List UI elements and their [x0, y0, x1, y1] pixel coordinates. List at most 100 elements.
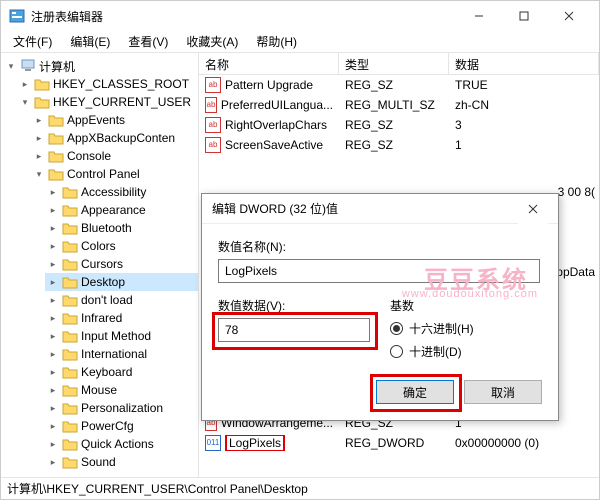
tree-label: Sound	[81, 455, 116, 469]
folder-icon	[48, 149, 64, 163]
app-icon	[9, 8, 25, 24]
tree-item[interactable]: ▸ AppEvents	[31, 111, 198, 129]
tree-hive-hkcr[interactable]: ▸ HKEY_CLASSES_ROOT	[17, 75, 198, 93]
chevron-right-icon[interactable]: ▸	[47, 186, 59, 198]
menu-file[interactable]: 文件(F)	[5, 31, 60, 52]
tree-pane[interactable]: ▾ 计算机 ▸ HKEY_CLASSES_ROOT	[1, 53, 199, 477]
radio-label: 十六进制(H)	[409, 320, 474, 337]
tree-item-bluetooth[interactable]: ▸ Bluetooth	[45, 219, 198, 237]
folder-icon	[62, 419, 78, 433]
value-type: REG_MULTI_SZ	[339, 98, 449, 112]
chevron-right-icon[interactable]: ▸	[47, 276, 59, 288]
menu-edit[interactable]: 编辑(E)	[62, 31, 118, 52]
chevron-right-icon[interactable]: ▸	[47, 240, 59, 252]
tree-item-international[interactable]: ▸International	[45, 345, 198, 363]
radix-group-label: 基数	[390, 297, 474, 314]
col-type[interactable]: 类型	[339, 53, 449, 74]
maximize-button[interactable]	[501, 1, 546, 31]
folder-icon	[62, 383, 78, 397]
chevron-down-icon[interactable]: ▾	[19, 96, 31, 108]
list-row[interactable]: abPreferredUILangua...REG_MULTI_SZzh-CN	[199, 95, 599, 115]
col-data[interactable]: 数据	[449, 53, 599, 74]
tree-label: Bluetooth	[81, 221, 132, 235]
tree-item[interactable]: ▸AppXBackupConten	[31, 129, 198, 147]
tree-label: PowerCfg	[81, 419, 134, 433]
tree-item-personalization[interactable]: ▸ Personalization	[45, 399, 198, 417]
radix-hex-radio[interactable]: 十六进制(H)	[390, 320, 474, 337]
chevron-down-icon[interactable]: ▾	[5, 60, 17, 72]
tree-item-colors[interactable]: ▸Colors	[45, 237, 198, 255]
tree-label: 计算机	[39, 58, 75, 75]
value-name: PreferredUILangua...	[221, 98, 333, 112]
close-button[interactable]	[546, 1, 591, 31]
tree-item-keyboard[interactable]: ▸Keyboard	[45, 363, 198, 381]
tree-item-accessibility[interactable]: ▸Accessibility	[45, 183, 198, 201]
tree-item-quick-actions[interactable]: ▸Quick Actions	[45, 435, 198, 453]
tree-hive-hkcu[interactable]: ▾ HKEY_CURRENT_USER	[17, 93, 198, 111]
chevron-right-icon[interactable]: ▸	[47, 438, 59, 450]
tree-label: Personalization	[81, 401, 163, 415]
tree-item-cursors[interactable]: ▸Cursors	[45, 255, 198, 273]
tree-item-input-method[interactable]: ▸Input Method	[45, 327, 198, 345]
value-name-input[interactable]	[218, 259, 540, 283]
menu-favorites[interactable]: 收藏夹(A)	[178, 31, 246, 52]
dialog-close-button[interactable]	[518, 194, 548, 224]
cancel-button[interactable]: 取消	[464, 380, 542, 404]
value-data-input[interactable]	[218, 318, 370, 342]
chevron-right-icon[interactable]: ▸	[19, 78, 31, 90]
chevron-right-icon[interactable]: ▸	[47, 294, 59, 306]
radix-dec-radio[interactable]: 十进制(D)	[390, 343, 474, 360]
string-value-icon: ab	[205, 77, 221, 93]
chevron-right-icon[interactable]: ▸	[47, 366, 59, 378]
dialog-titlebar: 编辑 DWORD (32 位)值	[202, 194, 558, 224]
chevron-right-icon[interactable]: ▸	[47, 420, 59, 432]
tree-label: Appearance	[81, 203, 146, 217]
chevron-right-icon[interactable]: ▸	[47, 456, 59, 468]
tree-item-don-t-load[interactable]: ▸don't load	[45, 291, 198, 309]
folder-icon	[62, 347, 78, 361]
folder-icon	[48, 167, 64, 181]
menu-view[interactable]: 查看(V)	[120, 31, 176, 52]
chevron-icon[interactable]: ▸	[33, 114, 45, 126]
chevron-right-icon[interactable]: ▸	[47, 204, 59, 216]
status-path: 计算机\HKEY_CURRENT_USER\Control Panel\Desk…	[7, 480, 308, 497]
tree-item[interactable]: ▸Console	[31, 147, 198, 165]
chevron-right-icon[interactable]: ▸	[47, 258, 59, 270]
chevron-right-icon[interactable]: ▸	[47, 330, 59, 342]
tree-item-powercfg[interactable]: ▸ PowerCfg	[45, 417, 198, 435]
ok-button[interactable]: 确定	[376, 380, 454, 404]
menu-help[interactable]: 帮助(H)	[248, 31, 305, 52]
tree-item-sound[interactable]: ▸ Sound	[45, 453, 198, 471]
tree-label: HKEY_CURRENT_USER	[53, 95, 191, 109]
folder-icon	[62, 203, 78, 217]
list-row[interactable]: abScreenSaveActiveREG_SZ1	[199, 135, 599, 155]
chevron-right-icon[interactable]: ▸	[47, 222, 59, 234]
value-data: 1	[449, 138, 599, 152]
string-value-icon: ab	[205, 97, 217, 113]
chevron-icon[interactable]: ▸	[33, 132, 45, 144]
tree-item-infrared[interactable]: ▸Infrared	[45, 309, 198, 327]
chevron-right-icon[interactable]: ▸	[47, 384, 59, 396]
list-row[interactable]: abPattern UpgradeREG_SZTRUE	[199, 75, 599, 95]
chevron-right-icon[interactable]: ▸	[47, 402, 59, 414]
chevron-icon[interactable]: ▸	[33, 150, 45, 162]
radio-checked-icon	[390, 322, 403, 335]
tree-root-computer[interactable]: ▾ 计算机	[3, 57, 198, 75]
chevron-right-icon[interactable]: ▸	[47, 348, 59, 360]
list-row[interactable]: abRightOverlapCharsREG_SZ3	[199, 115, 599, 135]
col-name[interactable]: 名称	[199, 53, 339, 74]
tree-label: Desktop	[81, 275, 125, 289]
value-data: TRUE	[449, 78, 599, 92]
tree-item-mouse[interactable]: ▸Mouse	[45, 381, 198, 399]
chevron-right-icon[interactable]: ▸	[47, 312, 59, 324]
tree-item-desktop[interactable]: ▸ Desktop	[45, 273, 198, 291]
tree-label: AppEvents	[67, 113, 125, 127]
computer-icon	[20, 59, 36, 73]
list-row[interactable]: 011LogPixelsREG_DWORD0x00000000 (0)	[199, 433, 599, 453]
menubar: 文件(F) 编辑(E) 查看(V) 收藏夹(A) 帮助(H)	[1, 31, 599, 53]
value-type: REG_SZ	[339, 138, 449, 152]
minimize-button[interactable]	[456, 1, 501, 31]
tree-item-appearance[interactable]: ▸ Appearance	[45, 201, 198, 219]
chevron-icon[interactable]: ▾	[33, 168, 45, 180]
tree-item[interactable]: ▾Control Panel	[31, 165, 198, 183]
